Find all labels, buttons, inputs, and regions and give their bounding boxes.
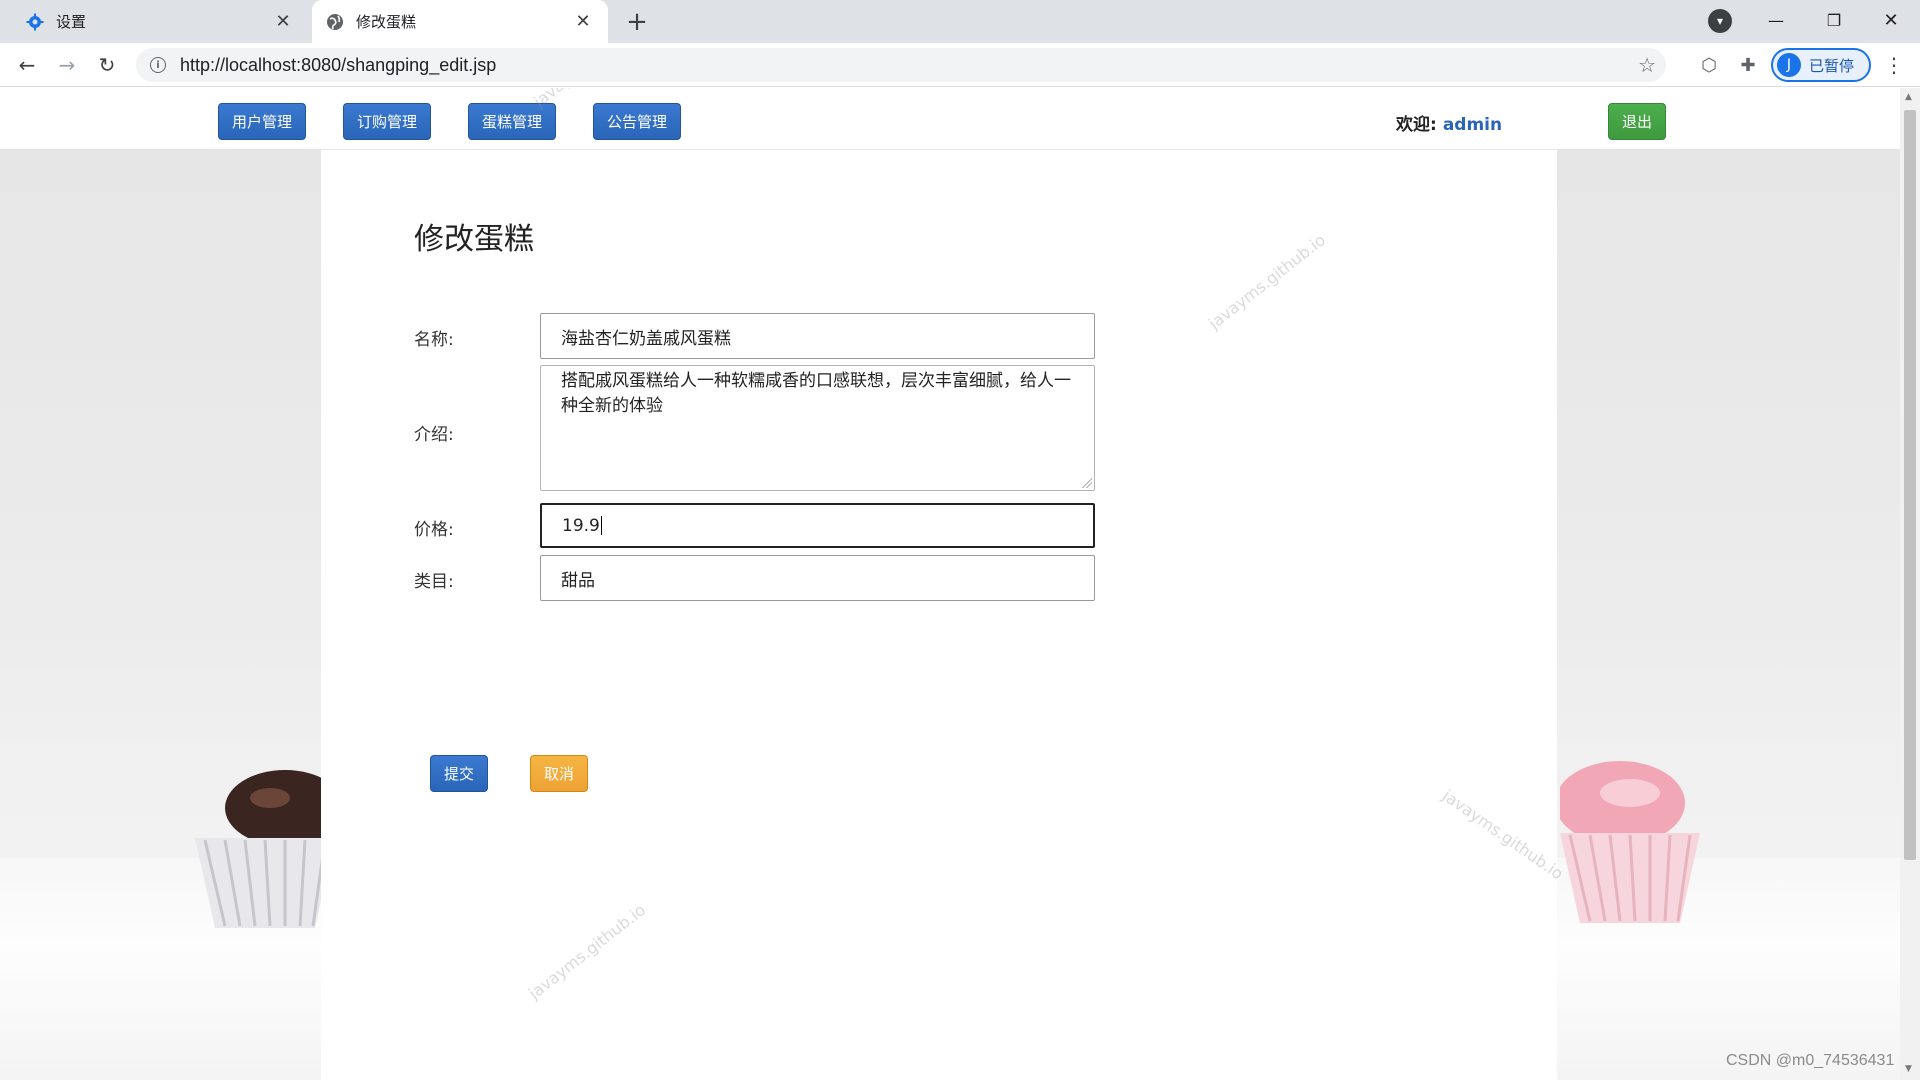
name-input[interactable]: 海盐杏仁奶盖戚风蛋糕: [540, 313, 1095, 359]
intro-textarea[interactable]: 搭配戚风蛋糕给人一种软糯咸香的口感联想，层次丰富细腻，给人一种全新的体验: [540, 365, 1095, 491]
cupcake-right-image: [1560, 761, 1700, 923]
back-icon[interactable]: ←: [12, 50, 42, 80]
page-viewport: 用户管理 订购管理 蛋糕管理 公告管理 欢迎: admin 退出 修改蛋糕 名称:…: [0, 88, 1900, 1080]
url-text[interactable]: http://localhost:8080/shangping_edit.jsp: [180, 55, 496, 76]
price-value: 19.9: [562, 515, 600, 536]
close-icon[interactable]: ✕: [572, 10, 594, 32]
intro-text: 搭配戚风蛋糕给人一种软糯咸香的口感联想，层次丰富细腻，给人一种全新的体验: [561, 371, 1071, 416]
window-close-icon[interactable]: ✕: [1868, 0, 1914, 40]
forward-icon[interactable]: →: [52, 50, 82, 80]
globe-icon: [326, 13, 344, 31]
category-input[interactable]: 甜品: [540, 555, 1095, 601]
scroll-down-icon[interactable]: ▼: [1905, 1064, 1912, 1074]
profile-button[interactable]: J 已暂停: [1771, 48, 1871, 82]
nav-user-management[interactable]: 用户管理: [218, 103, 306, 140]
reload-icon[interactable]: ↻: [92, 50, 122, 80]
puzzle-icon[interactable]: ✚: [1736, 53, 1760, 77]
browser-toolbar: ← → ↻ i http://localhost:8080/shangping_…: [0, 43, 1920, 87]
nav-notice-management[interactable]: 公告管理: [593, 103, 681, 140]
browser-tab-bar: 设置 ✕ 修改蛋糕 ✕ + ▾ — ❐ ✕: [0, 0, 1920, 43]
category-label: 类目:: [414, 572, 454, 592]
resize-handle-icon[interactable]: [1082, 478, 1092, 488]
scroll-thumb[interactable]: [1904, 110, 1916, 860]
welcome-label: 欢迎:: [1396, 115, 1437, 135]
intro-label: 介绍:: [414, 425, 454, 445]
minimize-icon[interactable]: —: [1753, 0, 1799, 40]
tab-title: 修改蛋糕: [356, 13, 417, 31]
info-icon[interactable]: i: [150, 57, 166, 73]
tab-edit-cake[interactable]: 修改蛋糕 ✕: [312, 0, 608, 43]
text-caret: [600, 516, 602, 535]
profile-status: 已暂停: [1809, 56, 1855, 75]
avatar: J: [1777, 53, 1801, 77]
tab-settings[interactable]: 设置 ✕: [0, 0, 308, 43]
page-title: 修改蛋糕: [414, 222, 534, 257]
main-content: 修改蛋糕 名称: 海盐杏仁奶盖戚风蛋糕 介绍: 搭配戚风蛋糕给人一种软糯咸香的口…: [321, 150, 1557, 1080]
cancel-button[interactable]: 取消: [530, 755, 588, 792]
price-label: 价格:: [414, 520, 454, 540]
submit-button[interactable]: 提交: [430, 755, 488, 792]
extension-icon[interactable]: ⬡: [1697, 53, 1721, 77]
username: admin: [1442, 115, 1503, 135]
bookmark-star-icon[interactable]: ☆: [1638, 53, 1656, 77]
more-menu-icon[interactable]: ⋮: [1884, 53, 1904, 77]
new-tab-icon[interactable]: +: [622, 7, 652, 37]
close-icon[interactable]: ✕: [272, 10, 294, 32]
gear-icon: [26, 13, 44, 31]
page-scrollbar[interactable]: ▲ ▼: [1900, 88, 1920, 1080]
name-label: 名称:: [414, 330, 454, 350]
address-bar[interactable]: i http://localhost:8080/shangping_edit.j…: [136, 48, 1666, 82]
welcome-text: 欢迎: admin: [1396, 110, 1502, 135]
logout-button[interactable]: 退出: [1608, 103, 1666, 140]
csdn-watermark: CSDN @m0_74536431: [1726, 1052, 1895, 1069]
tab-title: 设置: [56, 13, 87, 31]
price-input[interactable]: 19.9: [540, 503, 1095, 548]
scroll-up-icon[interactable]: ▲: [1905, 92, 1912, 102]
restore-icon[interactable]: ❐: [1811, 0, 1857, 40]
nav-order-management[interactable]: 订购管理: [343, 103, 431, 140]
top-navigation: 用户管理 订购管理 蛋糕管理 公告管理 欢迎: admin 退出: [0, 88, 1900, 150]
tab-search-icon[interactable]: ▾: [1708, 9, 1732, 33]
